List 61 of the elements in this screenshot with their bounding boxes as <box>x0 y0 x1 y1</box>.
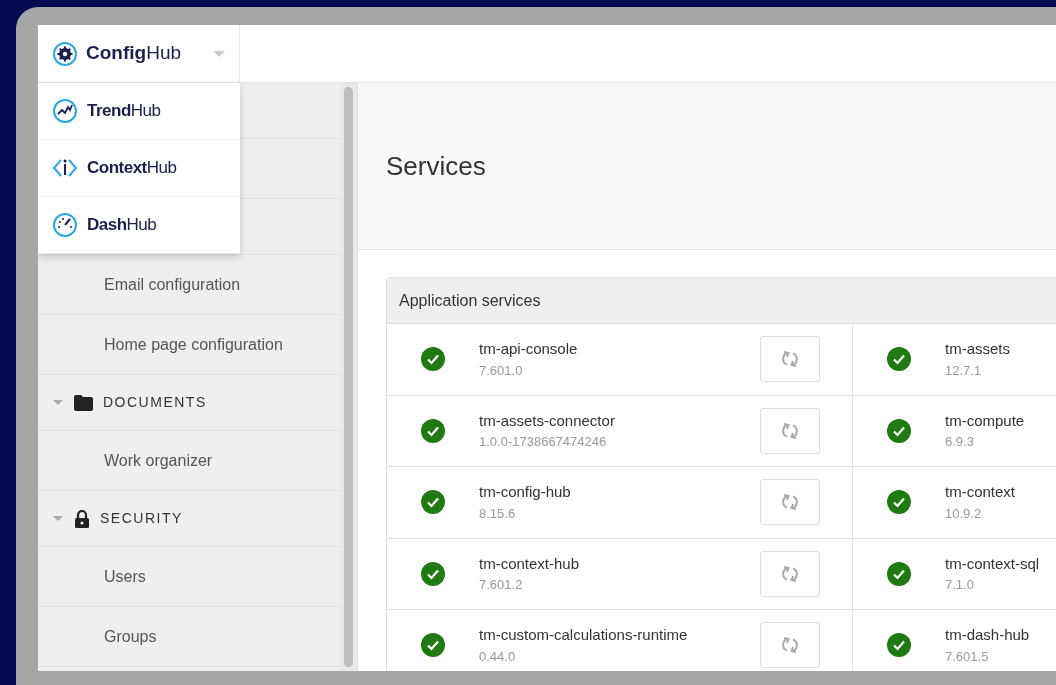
section-heading: DOCUMENTS <box>103 393 207 412</box>
service-version: 7.1.0 <box>945 576 975 595</box>
check-icon <box>887 347 911 372</box>
service-name: tm-context <box>945 482 1017 503</box>
caret-icon <box>213 49 225 58</box>
gauge-icon <box>52 212 78 238</box>
page-title: Services <box>386 149 486 183</box>
check-icon <box>887 633 911 658</box>
service-name: tm-assets-connector <box>479 410 616 431</box>
refresh-icon <box>780 635 800 656</box>
service-version: 10.9.2 <box>945 504 983 523</box>
sidebar-link[interactable]: Work organizer <box>104 448 213 473</box>
service-version: 7.601.0 <box>479 361 524 380</box>
service-version: 0.44.0 <box>479 647 517 666</box>
sidebar-link[interactable]: Groups <box>104 624 157 649</box>
service-name: tm-custom-calculations-runtime <box>479 625 689 646</box>
restart-button[interactable] <box>760 550 820 597</box>
service-name: tm-assets <box>945 339 1011 360</box>
app-menu-item[interactable]: TrendHub <box>38 83 240 140</box>
panel-title: Application services <box>399 290 541 311</box>
app-menu-item[interactable]: ContextHub <box>38 140 240 197</box>
sidebar-link[interactable]: Home page configuration <box>104 332 283 357</box>
service-version: 6.9.3 <box>945 433 975 452</box>
service-name: tm-context-hub <box>479 553 581 574</box>
app-menu-item[interactable]: DashHub <box>38 197 240 254</box>
check-icon <box>887 561 911 586</box>
service-name: tm-context-sql <box>945 553 1041 574</box>
restart-button[interactable] <box>760 479 820 526</box>
section-heading: SECURITY <box>100 509 183 528</box>
service-version: 7.601.5 <box>945 647 990 666</box>
caret-icon[interactable] <box>52 398 64 407</box>
check-icon <box>421 561 445 586</box>
check-icon <box>421 633 445 658</box>
service-version: 7.601.2 <box>479 576 524 595</box>
sidebar-link[interactable]: Email configuration <box>104 272 241 297</box>
check-icon <box>421 418 445 443</box>
service-name: tm-dash-hub <box>945 625 1031 646</box>
caret-icon[interactable] <box>52 514 64 523</box>
check-icon <box>887 418 911 443</box>
restart-button[interactable] <box>760 622 820 669</box>
restart-button[interactable] <box>760 407 820 454</box>
gear-icon <box>52 40 78 67</box>
check-icon <box>421 490 445 515</box>
folder-icon <box>74 394 93 411</box>
scrollbar-thumb[interactable] <box>344 87 353 667</box>
lock-icon <box>74 509 90 528</box>
service-version: 1.0.0-1738667474246 <box>479 433 608 452</box>
refresh-icon <box>780 492 800 513</box>
trend-chart-icon <box>52 98 78 124</box>
service-name: tm-compute <box>945 410 1026 431</box>
service-version: 8.15.6 <box>479 504 517 523</box>
check-icon <box>421 347 445 372</box>
refresh-icon <box>780 420 800 441</box>
restart-button[interactable] <box>760 336 820 383</box>
sidebar-link[interactable]: Users <box>104 564 146 589</box>
refresh-icon <box>780 349 800 370</box>
service-name: tm-api-console <box>479 339 579 360</box>
check-icon <box>887 490 911 515</box>
service-name: tm-config-hub <box>479 482 572 503</box>
service-version: 12.7.1 <box>945 361 983 380</box>
refresh-icon <box>780 563 800 584</box>
